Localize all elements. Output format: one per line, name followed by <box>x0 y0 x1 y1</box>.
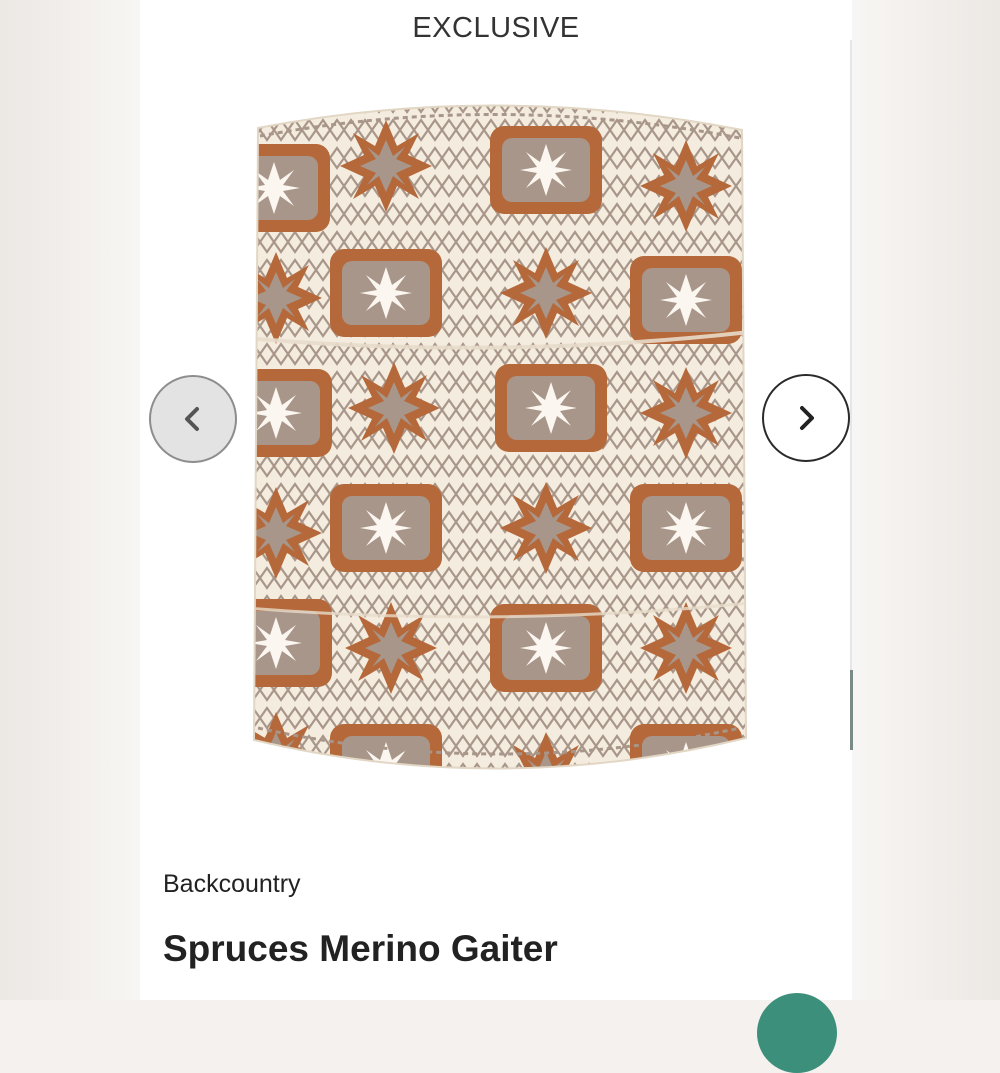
floating-action-button[interactable] <box>757 993 837 1073</box>
carousel-prev-button[interactable] <box>149 375 237 463</box>
exclusive-badge: EXCLUSIVE <box>412 12 580 44</box>
carousel-next-button[interactable] <box>762 374 850 462</box>
brand-link[interactable]: Backcountry <box>163 870 301 899</box>
right-backdrop <box>852 0 1000 1000</box>
left-backdrop <box>0 0 140 1000</box>
chevron-right-icon <box>800 406 814 430</box>
chevron-left-icon <box>185 407 199 431</box>
product-title: Spruces Merino Gaiter <box>163 928 558 969</box>
product-image[interactable] <box>246 88 750 788</box>
scrollbar-thumb[interactable] <box>850 670 853 750</box>
scroll-track <box>850 40 852 750</box>
